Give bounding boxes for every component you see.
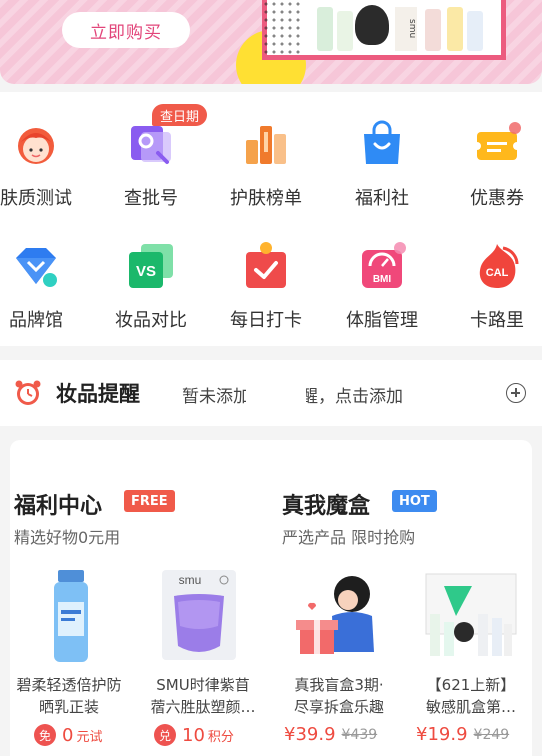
- tool-label: 福利社: [355, 188, 409, 209]
- sensitive-skin-box-image[interactable]: [416, 566, 526, 666]
- tool-skin-test[interactable]: 肤质测试: [0, 120, 94, 210]
- product-bottle-icon: [337, 11, 353, 51]
- coupon-icon: [473, 120, 521, 168]
- welfare-card: 福利中心 FREE 精选好物0元用 碧柔轻透倍护防 晒乳正装 免 0 元试 sm…: [10, 440, 532, 756]
- bmi-scale-icon: BMI: [358, 242, 406, 290]
- mystery-box-subtitle: 严选产品 限时抢购: [282, 528, 416, 547]
- sunscreen-product-image[interactable]: [16, 566, 126, 666]
- price-value: ¥39.9: [284, 724, 336, 745]
- welfare-title[interactable]: 福利中心: [14, 488, 102, 520]
- tool-label: 肤质测试: [0, 188, 72, 209]
- hot-badge: HOT: [392, 490, 437, 512]
- product-name[interactable]: 【621上新】 敏感肌盒第…: [404, 674, 538, 718]
- price-value: ¥19.9: [416, 724, 468, 745]
- original-price: ¥249: [473, 726, 510, 743]
- svg-text:CAL: CAL: [486, 267, 509, 279]
- product-bottle-icon: [425, 9, 441, 51]
- mystery-box-image[interactable]: [286, 566, 396, 666]
- tool-coupons[interactable]: 优惠券: [439, 120, 542, 210]
- free-trial-tag: 免: [34, 724, 56, 746]
- tools-grid: 肤质测试 查批号 护肤榜单 福利社 优惠券 品牌馆 VS 妆品对比 每日打卡 B…: [0, 92, 542, 346]
- welfare-subtitle: 精选好物0元用: [14, 528, 121, 547]
- tool-label: 妆品对比: [115, 310, 187, 331]
- product-name[interactable]: 真我盲盒3期· 尽享拆盒乐趣: [272, 674, 406, 718]
- check-date-tag: 查日期: [152, 104, 208, 126]
- alarm-clock-icon: [14, 379, 42, 407]
- mystery-box-title[interactable]: 真我魔盒: [282, 488, 370, 520]
- vs-compare-icon: VS: [127, 242, 175, 290]
- tool-batch-lookup[interactable]: 查批号: [93, 120, 209, 210]
- reminder-title: 妆品提醒: [56, 382, 140, 406]
- product-name[interactable]: 碧柔轻透倍护防 晒乳正装: [2, 674, 136, 718]
- ranking-chart-icon: [242, 120, 290, 168]
- free-badge: FREE: [124, 490, 175, 512]
- price-row: ¥39.9 ¥439: [284, 724, 377, 745]
- tool-daily-checkin[interactable]: 每日打卡: [208, 242, 324, 332]
- product-reminder-bar[interactable]: 妆品提醒 暂未添加妆品提醒，点击添加: [0, 360, 542, 426]
- tool-label: 品牌馆: [9, 310, 63, 331]
- tool-welfare-club[interactable]: 福利社: [324, 120, 440, 210]
- smu-product-image[interactable]: smu: [148, 566, 258, 666]
- tool-brand-hall[interactable]: 品牌馆: [0, 242, 94, 332]
- tool-body-fat[interactable]: BMI 体脂管理: [324, 242, 440, 332]
- product-bottle-icon: [447, 7, 463, 51]
- tool-skincare-ranking[interactable]: 护肤榜单: [208, 120, 324, 210]
- batch-search-icon: [127, 120, 175, 168]
- buy-now-button[interactable]: 立即购买: [62, 12, 190, 48]
- tool-label: 查批号: [124, 188, 178, 209]
- svg-text:VS: VS: [136, 263, 156, 280]
- original-price: ¥439: [341, 726, 378, 743]
- face-avatar-icon: [12, 120, 60, 168]
- price-value: 10: [182, 724, 205, 746]
- tool-label: 护肤榜单: [230, 188, 302, 209]
- price-row: 兑 10 积分: [154, 724, 234, 746]
- tool-label: 卡路里: [470, 310, 524, 331]
- price-row: ¥19.9 ¥249: [416, 724, 509, 745]
- product-jar-icon: [355, 5, 389, 45]
- svg-text:BMI: BMI: [373, 274, 392, 285]
- price-unit: 积分: [207, 729, 234, 745]
- price-row: 免 0 元试: [34, 724, 102, 746]
- tool-label: 优惠券: [470, 188, 524, 209]
- diamond-icon: [12, 242, 60, 290]
- product-name[interactable]: SMU时律紫苜 蓿六胜肽塑颜…: [136, 674, 270, 718]
- svg-text:smu: smu: [179, 573, 202, 587]
- product-bottle-icon: [317, 7, 333, 51]
- calorie-flame-icon: CAL: [473, 242, 521, 290]
- check-in-icon: [242, 242, 290, 290]
- price-value: 0: [62, 724, 74, 746]
- redaction-overlay: [246, 378, 306, 406]
- add-reminder-icon[interactable]: [506, 383, 526, 403]
- tool-label: 每日打卡: [230, 310, 302, 331]
- tool-product-compare[interactable]: VS 妆品对比: [93, 242, 209, 332]
- banner-dot-pattern: [262, 0, 302, 56]
- price-unit: 元试: [76, 729, 103, 745]
- product-bottle-icon: [467, 11, 483, 51]
- promo-banner[interactable]: 立即购买 smu: [0, 0, 542, 84]
- exchange-tag: 兑: [154, 724, 176, 746]
- tool-calories[interactable]: CAL 卡路里: [439, 242, 542, 332]
- banner-brand-text: smu: [395, 7, 417, 51]
- tool-label: 体脂管理: [346, 310, 418, 331]
- shopping-bag-icon: [358, 120, 406, 168]
